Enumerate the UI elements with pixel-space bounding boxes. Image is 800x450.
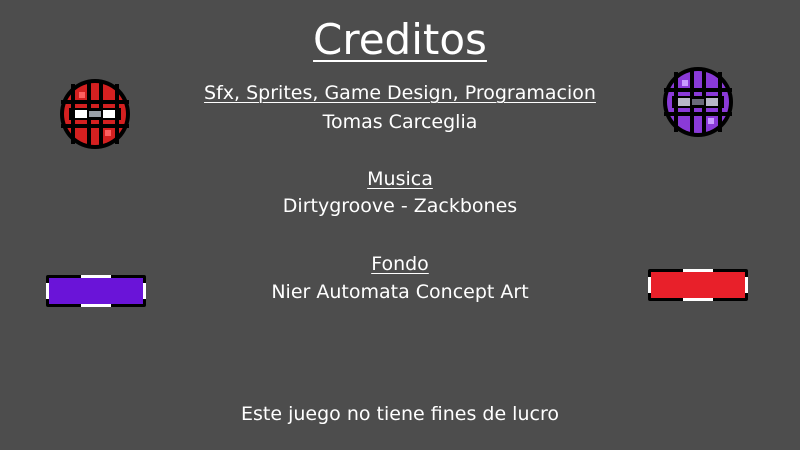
section-heading-music: Musica bbox=[367, 168, 433, 190]
red-ball-sprite-icon bbox=[60, 79, 130, 149]
footer-note: Este juego no tiene fines de lucro bbox=[241, 403, 559, 425]
page-title: Creditos bbox=[313, 15, 487, 64]
section-text-music: Dirtygroove - Zackbones bbox=[282, 195, 518, 217]
purple-ball-sprite-icon bbox=[663, 67, 733, 137]
purple-paddle-sprite-icon bbox=[46, 275, 146, 307]
credits-screen: { "screen": { "title": "Creditos", "back… bbox=[0, 0, 800, 450]
red-paddle-sprite-icon bbox=[648, 269, 748, 301]
